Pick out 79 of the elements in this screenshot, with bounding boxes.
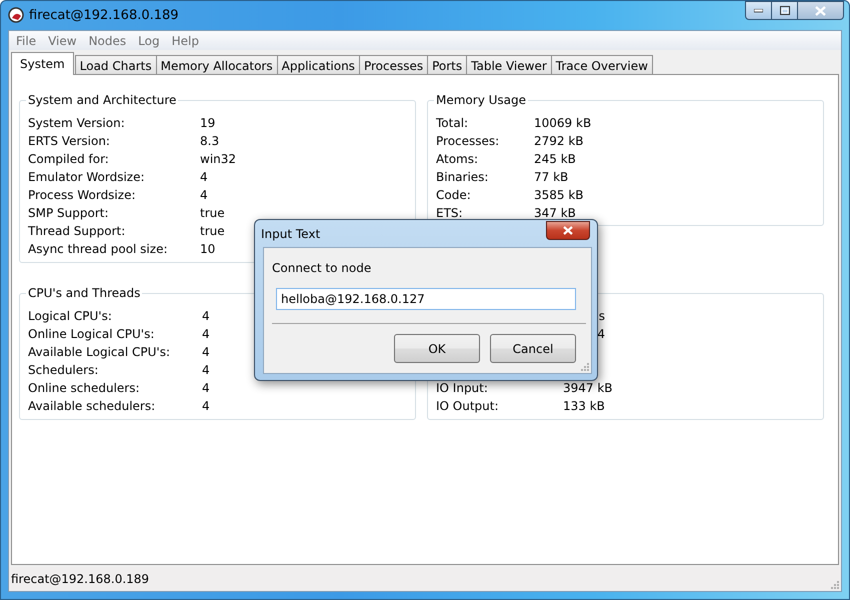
close-icon [815,6,826,16]
field-value: 4 [202,398,210,415]
app-icon [8,7,24,23]
window-title: firecat@192.168.0.189 [29,8,179,22]
field-value: 10 [200,241,216,258]
tab[interactable]: Memory Allocators [156,55,278,75]
field-label: IO Input: [436,380,489,397]
field-value: 8.3 [200,133,220,150]
menu-item[interactable]: Nodes [82,34,132,48]
field-label: Emulator Wordsize: [28,169,146,186]
status-text: firecat@192.168.0.189 [11,572,150,586]
field-label: ETS: [436,205,464,222]
field-label: Online schedulers: [28,380,141,397]
field-label: Online Logical CPU's: [28,326,156,343]
resize-grip-icon[interactable] [581,363,589,371]
field-value: true [200,205,225,222]
field-label: Code: [436,187,472,204]
field-value: true [200,223,225,240]
field-label: Total: [436,115,470,132]
prompt-text: Connect to node [272,260,372,276]
cancel-button[interactable]: Cancel [490,334,576,363]
field-value: 4 [200,187,208,204]
field-label: Process Wordsize: [28,187,136,204]
field-label: SMP Support: [28,205,110,222]
dialog-title: Input Text [261,226,320,240]
tab[interactable]: Applications [276,55,360,75]
menu-item[interactable]: File [10,34,42,48]
field-value: 3947 kB [563,380,613,397]
ok-button[interactable]: OK [394,334,480,363]
tab[interactable]: Trace Overview [550,55,653,75]
field-label: Available schedulers: [28,398,156,415]
field-label: Available Logical CPU's: [28,344,171,361]
tab[interactable]: Processes [358,55,428,75]
field-value: 4 [202,326,210,343]
field-label: Thread Support: [28,223,126,240]
field-value: 133 kB [563,398,605,415]
field-value: 245 kB [534,151,576,168]
field-label: ERTS Version: [28,133,111,150]
field-label: Compiled for: [28,151,110,168]
field-value: 4 [202,344,210,361]
minimize-icon [754,8,763,12]
maximize-button[interactable] [772,1,798,20]
field-value: 4 [200,169,208,186]
field-label: Schedulers: [28,362,100,379]
tab[interactable]: Ports [427,55,468,75]
menu-item[interactable]: Log [132,34,166,48]
value-text: s [598,308,605,325]
field-value: win32 [200,151,236,168]
menu-item[interactable]: View [42,34,83,48]
tab[interactable]: Load Charts [74,55,157,75]
minimize-button[interactable] [745,1,772,20]
input-field[interactable]: helloba@192.168.0.127 [276,288,576,310]
field-label: Atoms: [436,151,480,168]
field-label: Binaries: [436,169,490,186]
group-title: Memory Usage [434,93,528,108]
tab[interactable]: Table Viewer [466,55,552,75]
close-button[interactable] [546,221,590,240]
tab[interactable]: System [11,52,74,75]
field-label: Async thread pool size: [28,241,168,258]
close-icon [563,226,573,235]
field-value: 4 [202,380,210,397]
field-value: 3585 kB [534,187,584,204]
field-value: 4 [202,308,210,325]
menu-item[interactable]: Help [166,34,205,48]
maximize-icon [780,6,790,15]
field-label: Processes: [436,133,500,150]
value-text: 4 [596,326,605,343]
field-value: 2792 kB [534,133,584,150]
field-value: 4 [202,362,210,379]
field-label: Logical CPU's: [28,308,113,325]
field-value: 77 kB [534,169,568,186]
field-label: IO Output: [436,398,500,415]
close-button[interactable] [798,1,844,20]
field-value: 10069 kB [534,115,592,132]
field-label: System Version: [28,115,126,132]
field-value: 19 [200,115,216,132]
field-value: 347 kB [534,205,576,222]
resize-grip-icon[interactable] [831,581,839,589]
group-title: System and Architecture [26,93,178,108]
